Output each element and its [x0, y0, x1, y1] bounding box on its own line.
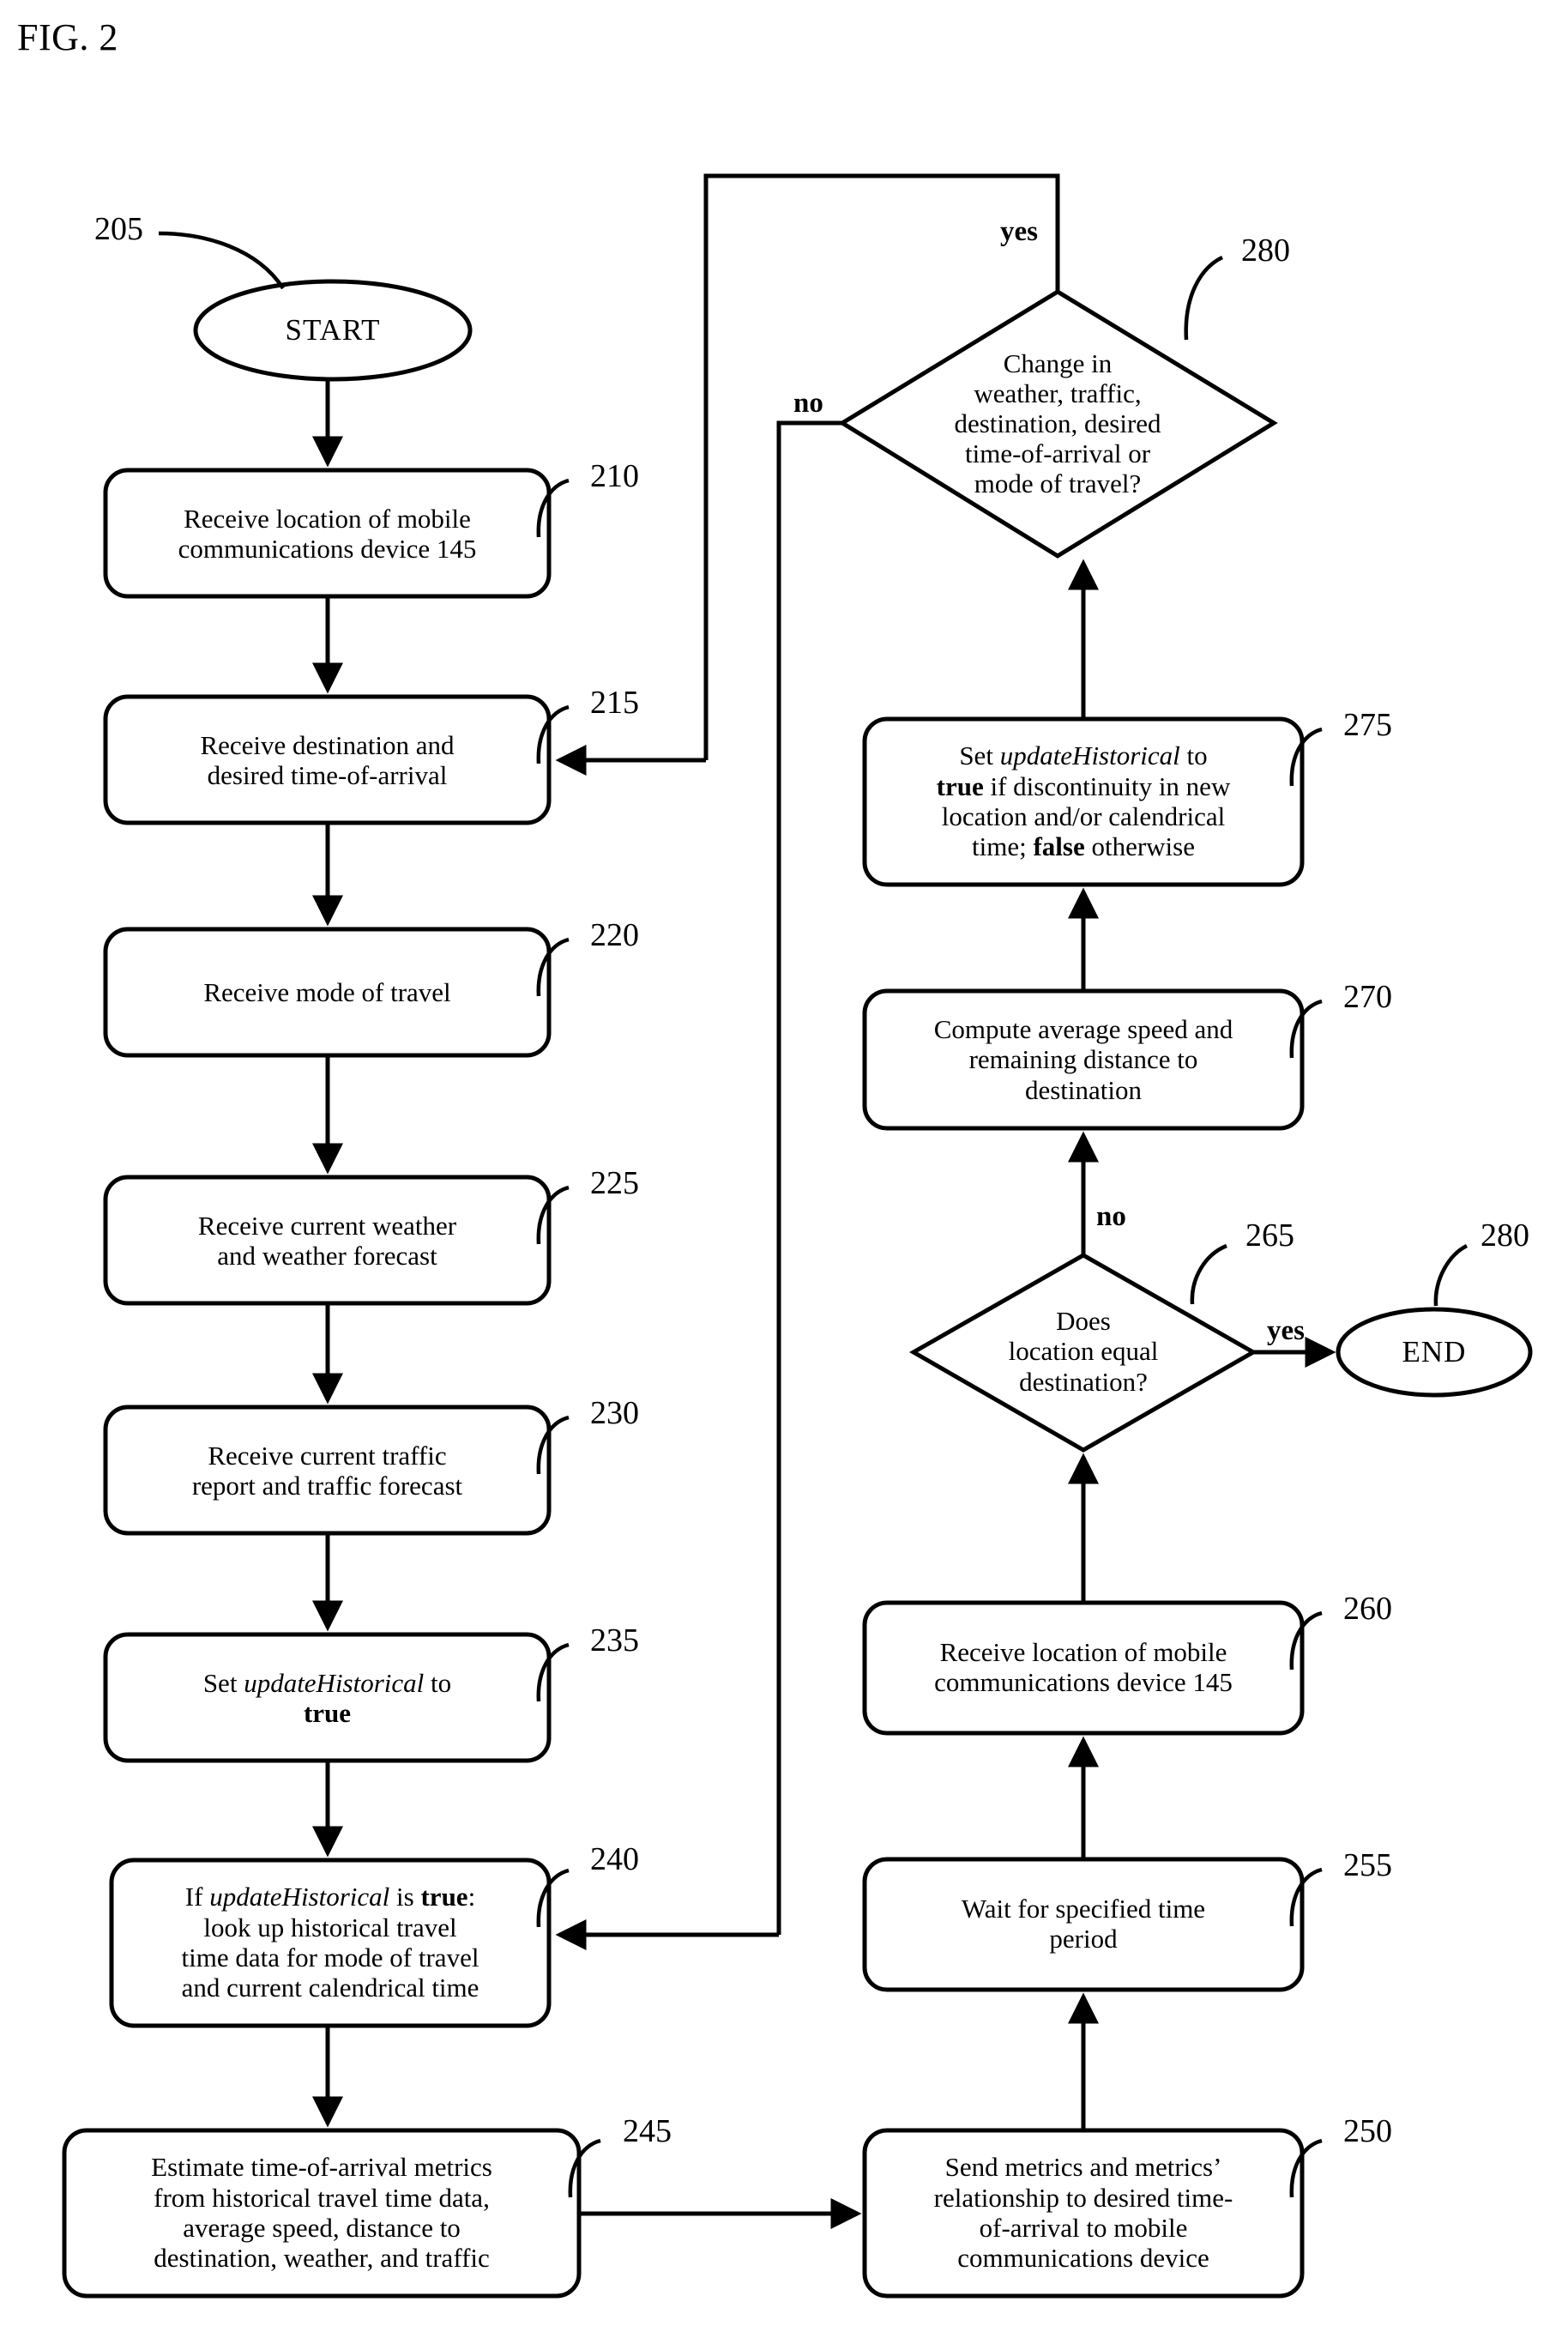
edge-label-265-yes: yes — [1267, 1315, 1305, 1346]
ref-215: 215 — [590, 685, 639, 721]
edge-label-280-no: no — [793, 388, 823, 419]
flowchart-graphics — [62, 173, 1533, 2299]
ref-220: 220 — [590, 917, 639, 953]
ref-265: 265 — [1245, 1217, 1294, 1254]
ref-240: 240 — [590, 1841, 639, 1877]
ref-205: 205 — [94, 211, 143, 247]
ref-225: 225 — [590, 1165, 639, 1201]
figure-canvas: FIG. 2 START 205 Receive location of mob… — [0, 0, 1568, 2326]
ref-210: 210 — [590, 458, 639, 494]
ref-235: 235 — [590, 1622, 639, 1658]
ref-275: 275 — [1343, 707, 1392, 743]
ref-280-end: 280 — [1481, 1217, 1529, 1254]
ref-255: 255 — [1343, 1847, 1392, 1883]
edge-label-280-yes: yes — [1000, 216, 1038, 247]
ref-260: 260 — [1343, 1591, 1392, 1627]
ref-270: 270 — [1343, 979, 1392, 1015]
ref-280-decision: 280 — [1241, 233, 1290, 269]
ref-230: 230 — [590, 1395, 639, 1431]
ref-250: 250 — [1343, 2113, 1392, 2149]
ref-245: 245 — [623, 2113, 672, 2149]
edge-label-265-no: no — [1096, 1201, 1126, 1232]
